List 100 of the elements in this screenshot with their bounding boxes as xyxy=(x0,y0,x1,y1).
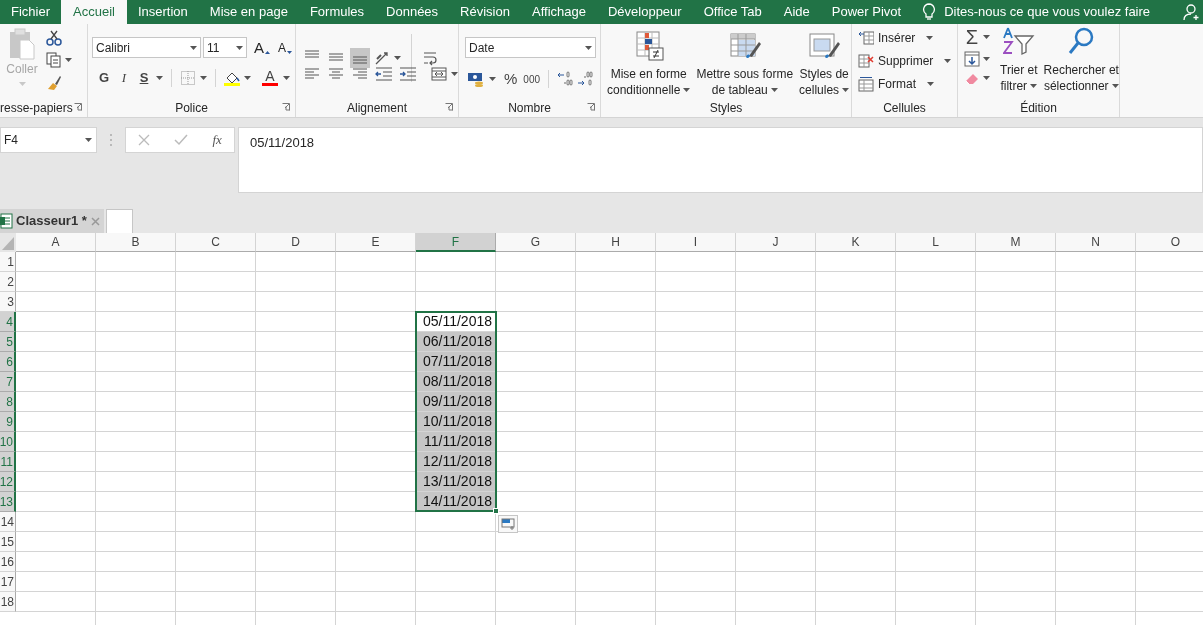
caret-icon[interactable] xyxy=(394,56,401,60)
thousands-button[interactable]: 000 xyxy=(523,71,541,87)
find-select-button[interactable]: Rechercher et sélectionner xyxy=(1043,26,1119,94)
ribbon-tab[interactable]: Accueil xyxy=(61,0,127,24)
ribbon-tab[interactable]: Développeur xyxy=(596,0,693,24)
decrease-indent-icon[interactable] xyxy=(374,66,394,82)
caret-icon[interactable] xyxy=(85,138,92,142)
conditional-formatting-button[interactable]: Mise en forme conditionnelle xyxy=(605,30,693,98)
row-header[interactable]: 11 xyxy=(0,452,16,472)
ribbon-tab[interactable]: Affichage xyxy=(520,0,597,24)
add-person-icon[interactable] xyxy=(1183,3,1201,21)
wrap-text-icon[interactable] xyxy=(422,50,438,66)
shrink-font-button[interactable]: A xyxy=(276,41,289,54)
caret-icon[interactable] xyxy=(683,88,691,92)
caret-icon[interactable] xyxy=(451,72,458,76)
caret-icon[interactable] xyxy=(190,45,197,50)
text-orientation-icon[interactable] xyxy=(374,50,390,66)
copy-icon[interactable] xyxy=(46,52,62,68)
grow-font-button[interactable]: A xyxy=(252,40,266,55)
caret-icon[interactable] xyxy=(283,75,290,80)
ribbon-tab[interactable]: Formules xyxy=(298,0,376,24)
row-header[interactable]: 6 xyxy=(0,352,16,372)
dialog-launcher-icon[interactable] xyxy=(445,103,453,111)
dialog-launcher-icon[interactable] xyxy=(587,103,595,111)
autofill-options-button[interactable] xyxy=(498,515,518,533)
font-size-field[interactable]: 11 xyxy=(203,37,247,58)
row-header[interactable]: 3 xyxy=(0,292,16,312)
merge-cells-icon[interactable] xyxy=(431,66,447,82)
fill-down-icon[interactable] xyxy=(964,51,980,67)
ribbon-tab[interactable]: Fichier xyxy=(0,0,61,24)
percent-button[interactable]: % xyxy=(504,68,518,91)
row-header[interactable]: 4 xyxy=(0,312,16,332)
ribbon-tab[interactable]: Révision xyxy=(449,0,521,24)
format-cells-icon[interactable] xyxy=(858,75,874,92)
caret-icon[interactable] xyxy=(1030,84,1038,88)
delete-cells-icon[interactable] xyxy=(858,52,874,69)
row-header[interactable]: 16 xyxy=(0,552,16,572)
row-header[interactable]: 9 xyxy=(0,412,16,432)
ribbon-tab[interactable]: Aide xyxy=(772,0,821,24)
column-header[interactable]: B xyxy=(96,233,176,252)
caret-icon[interactable] xyxy=(236,45,243,50)
delete-button[interactable]: Supprimer xyxy=(858,51,957,70)
dialog-launcher-icon[interactable] xyxy=(282,103,290,111)
autosum-button[interactable]: Σ xyxy=(964,26,980,48)
caret-icon[interactable] xyxy=(842,88,850,92)
scissors-icon[interactable] xyxy=(46,30,62,46)
row-header[interactable]: 7 xyxy=(0,372,16,392)
workbook-tab[interactable]: Classeur1 * xyxy=(0,209,104,233)
sort-filter-button[interactable]: Trier et filtrer xyxy=(1000,26,1038,94)
drag-handle-icon[interactable] xyxy=(109,133,113,147)
tell-me-search[interactable]: Dites-nous ce que vous voulez faire xyxy=(922,0,1151,24)
column-header[interactable]: E xyxy=(336,233,416,252)
font-color-button[interactable]: A xyxy=(261,69,279,86)
caret-icon[interactable] xyxy=(944,58,952,63)
column-header[interactable]: N xyxy=(1056,233,1136,252)
caret-icon[interactable] xyxy=(244,75,251,80)
underline-button[interactable]: S xyxy=(136,68,152,88)
column-header[interactable]: I xyxy=(656,233,736,252)
caret-icon[interactable] xyxy=(156,75,163,80)
column-header[interactable]: M xyxy=(976,233,1056,252)
caret-icon[interactable] xyxy=(489,77,496,82)
insert-function-button[interactable]: fx xyxy=(212,130,222,150)
row-header[interactable]: 15 xyxy=(0,532,16,552)
column-header[interactable]: H xyxy=(576,233,656,252)
caret-icon[interactable] xyxy=(983,35,990,39)
dialog-launcher-icon[interactable] xyxy=(74,103,82,111)
font-name-field[interactable]: Calibri xyxy=(92,37,201,58)
caret-icon[interactable] xyxy=(983,76,990,80)
bold-button[interactable]: G xyxy=(96,68,112,88)
decrease-decimal-icon[interactable] xyxy=(577,71,594,88)
ribbon-tab[interactable]: Office Tab xyxy=(692,0,773,24)
increase-indent-icon[interactable] xyxy=(398,66,418,82)
row-header[interactable]: 18 xyxy=(0,592,16,612)
column-header[interactable]: F xyxy=(416,233,496,252)
column-header[interactable]: A xyxy=(16,233,96,252)
ribbon-tab[interactable]: Données xyxy=(375,0,450,24)
increase-decimal-icon[interactable] xyxy=(557,71,574,88)
row-header[interactable]: 1 xyxy=(0,252,16,272)
column-header[interactable]: G xyxy=(496,233,576,252)
sort-filter-icon[interactable] xyxy=(1002,26,1035,56)
caret-icon[interactable] xyxy=(927,81,934,86)
format-as-table-button[interactable]: Mettre sous forme de tableau xyxy=(694,30,796,98)
caret-icon[interactable] xyxy=(983,57,990,61)
caret-icon[interactable] xyxy=(200,75,207,80)
fill-handle[interactable] xyxy=(493,508,499,514)
ribbon-tab[interactable]: Mise en page xyxy=(198,0,299,24)
row-header[interactable]: 8 xyxy=(0,392,16,412)
paintbrush-icon[interactable] xyxy=(46,74,62,90)
caret-icon[interactable] xyxy=(585,45,592,50)
column-header[interactable]: K xyxy=(816,233,896,252)
column-header[interactable]: D xyxy=(256,233,336,252)
name-box[interactable]: F4 xyxy=(0,127,97,153)
caret-icon[interactable] xyxy=(1111,84,1119,88)
column-header[interactable]: C xyxy=(176,233,256,252)
format-button[interactable]: Format xyxy=(858,74,957,93)
caret-icon[interactable] xyxy=(770,88,778,92)
lightbulb-icon[interactable] xyxy=(922,3,937,21)
italic-button[interactable]: I xyxy=(116,68,132,88)
row-header[interactable]: 12 xyxy=(0,472,16,492)
insert-cells-icon[interactable] xyxy=(858,29,874,46)
